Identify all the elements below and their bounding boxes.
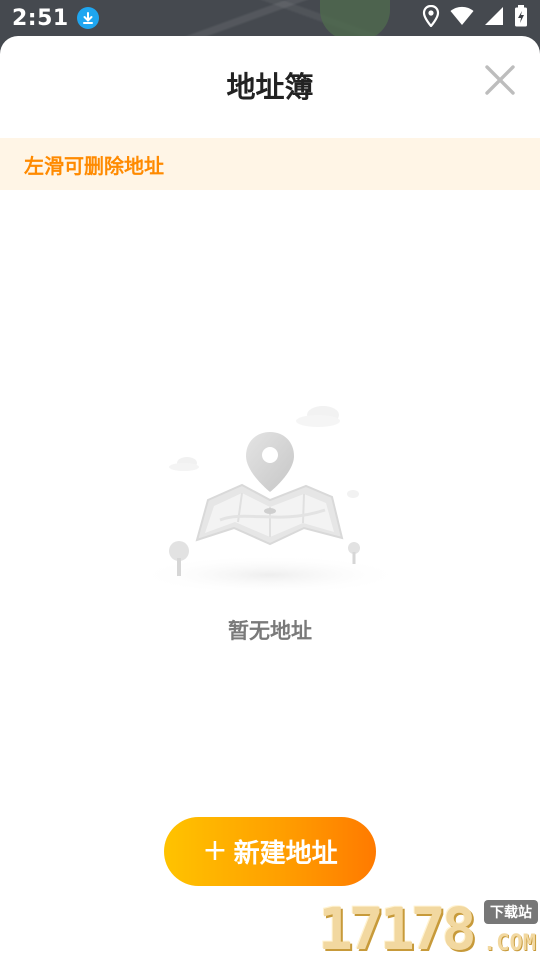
empty-state-text: 暂无地址 [228, 619, 312, 643]
wifi-icon [450, 6, 474, 30]
signal-icon [484, 6, 504, 30]
watermark-logo: 17178 下载站 .COM [316, 898, 540, 960]
new-address-label: 新建地址 [233, 839, 338, 869]
close-icon [485, 65, 515, 95]
map-pin-illustration [120, 360, 420, 595]
status-icons [422, 4, 528, 31]
swipe-delete-notice: 左滑可删除地址 [0, 138, 540, 190]
status-bar: 2:51 [0, 0, 540, 36]
watermark-badge: 下载站 [484, 900, 538, 924]
download-icon [76, 7, 99, 29]
watermark-digits: 17178 [318, 895, 477, 960]
page-title: 地址簿 [226, 70, 314, 104]
sheet-header: 地址簿 [0, 36, 540, 138]
plus-icon: + [202, 832, 228, 868]
status-time: 2:51 [12, 5, 69, 31]
location-icon [422, 4, 440, 31]
battery-charging-icon [514, 5, 528, 31]
notice-text: 左滑可删除地址 [24, 153, 164, 178]
watermark-suffix: .COM [483, 931, 536, 956]
close-button[interactable] [482, 62, 518, 98]
new-address-button[interactable]: + 新建地址 [164, 817, 376, 886]
